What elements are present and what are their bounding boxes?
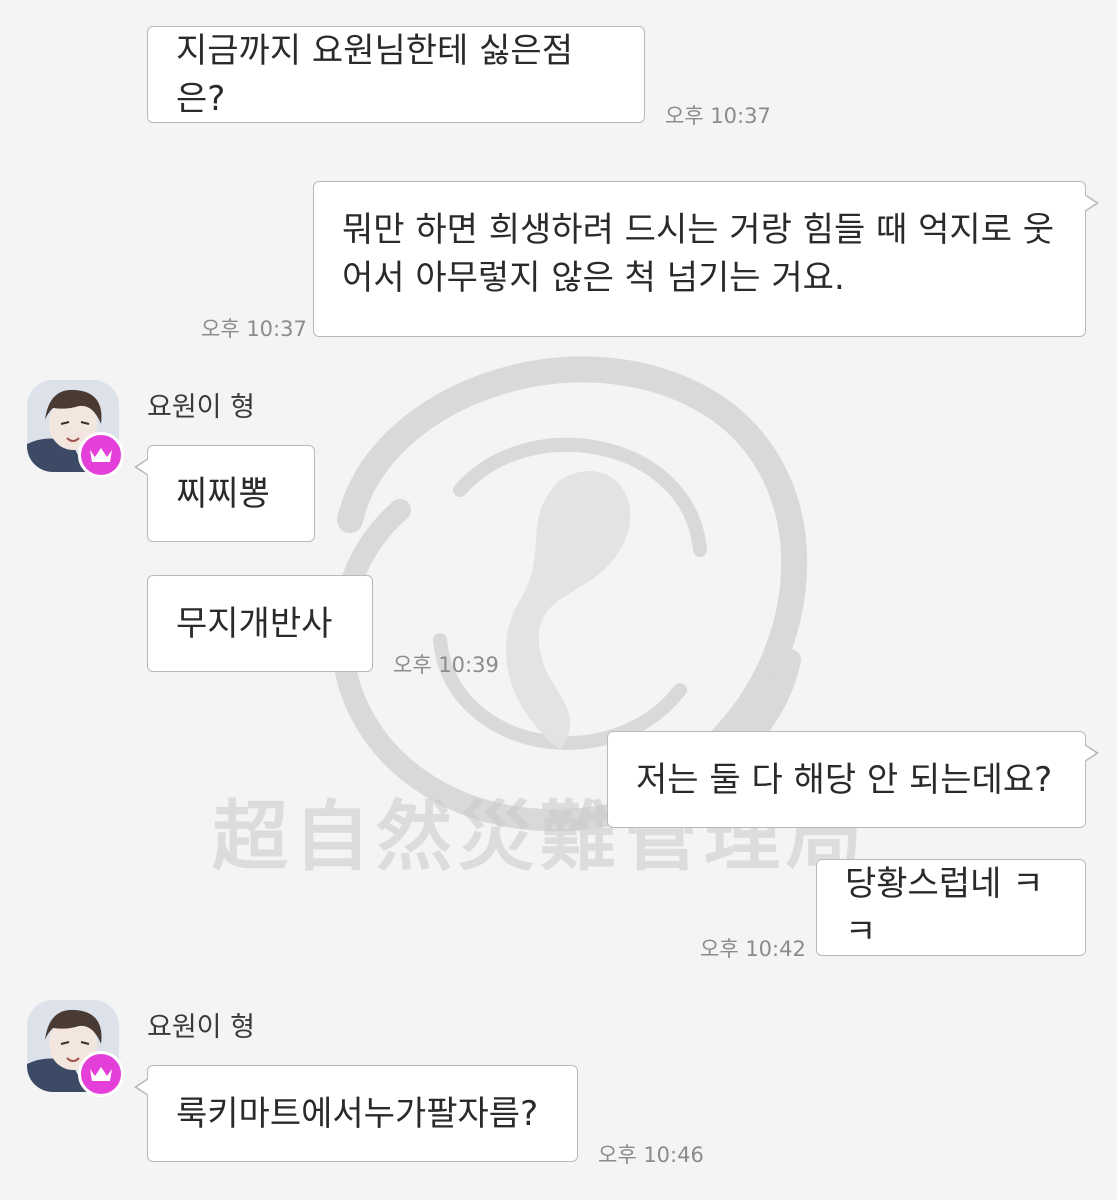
- message-time: 오후 10:42: [700, 937, 806, 961]
- message-text: 찌찌뽕: [176, 473, 270, 514]
- message-bubble[interactable]: 무지개반사: [147, 575, 373, 672]
- sender-name: 요원이 형: [147, 392, 255, 423]
- sender-name: 요원이 형: [147, 1012, 255, 1043]
- message-text: 뭐만 하면 희생하려 드시는 거랑 힘들 때 억지로 웃어서 아무렇지 않은 척…: [342, 210, 1055, 298]
- message-time: 오후 10:39: [393, 653, 499, 677]
- message-text: 지금까지 요원님한테 싫은점은?: [176, 30, 573, 119]
- message-text: 당황스럽네 ㅋㅋ: [845, 863, 1044, 952]
- message-time: 오후 10:37: [665, 104, 771, 128]
- crown-icon: [90, 448, 112, 462]
- message-bubble[interactable]: 당황스럽네 ㅋㅋ: [816, 859, 1086, 956]
- crown-badge: [78, 432, 124, 478]
- message-bubble[interactable]: 찌찌뽕: [134, 445, 315, 542]
- message-time: 오후 10:37: [201, 317, 307, 341]
- crown-badge: [78, 1051, 124, 1097]
- message-text: 저는 둘 다 해당 안 되는데요?: [636, 759, 1053, 800]
- crown-icon: [90, 1067, 112, 1081]
- message-bubble[interactable]: 룩키마트에서누가팔자름?: [134, 1065, 578, 1162]
- message-text: 무지개반사: [176, 603, 333, 644]
- message-bubble[interactable]: 지금까지 요원님한테 싫은점은?: [147, 26, 645, 123]
- message-text: 룩키마트에서누가팔자름?: [176, 1093, 539, 1134]
- message-bubble[interactable]: 뭐만 하면 희생하려 드시는 거랑 힘들 때 억지로 웃어서 아무렇지 않은 척…: [313, 181, 1099, 337]
- message-bubble[interactable]: 저는 둘 다 해당 안 되는데요?: [607, 731, 1099, 828]
- message-time: 오후 10:46: [598, 1143, 704, 1167]
